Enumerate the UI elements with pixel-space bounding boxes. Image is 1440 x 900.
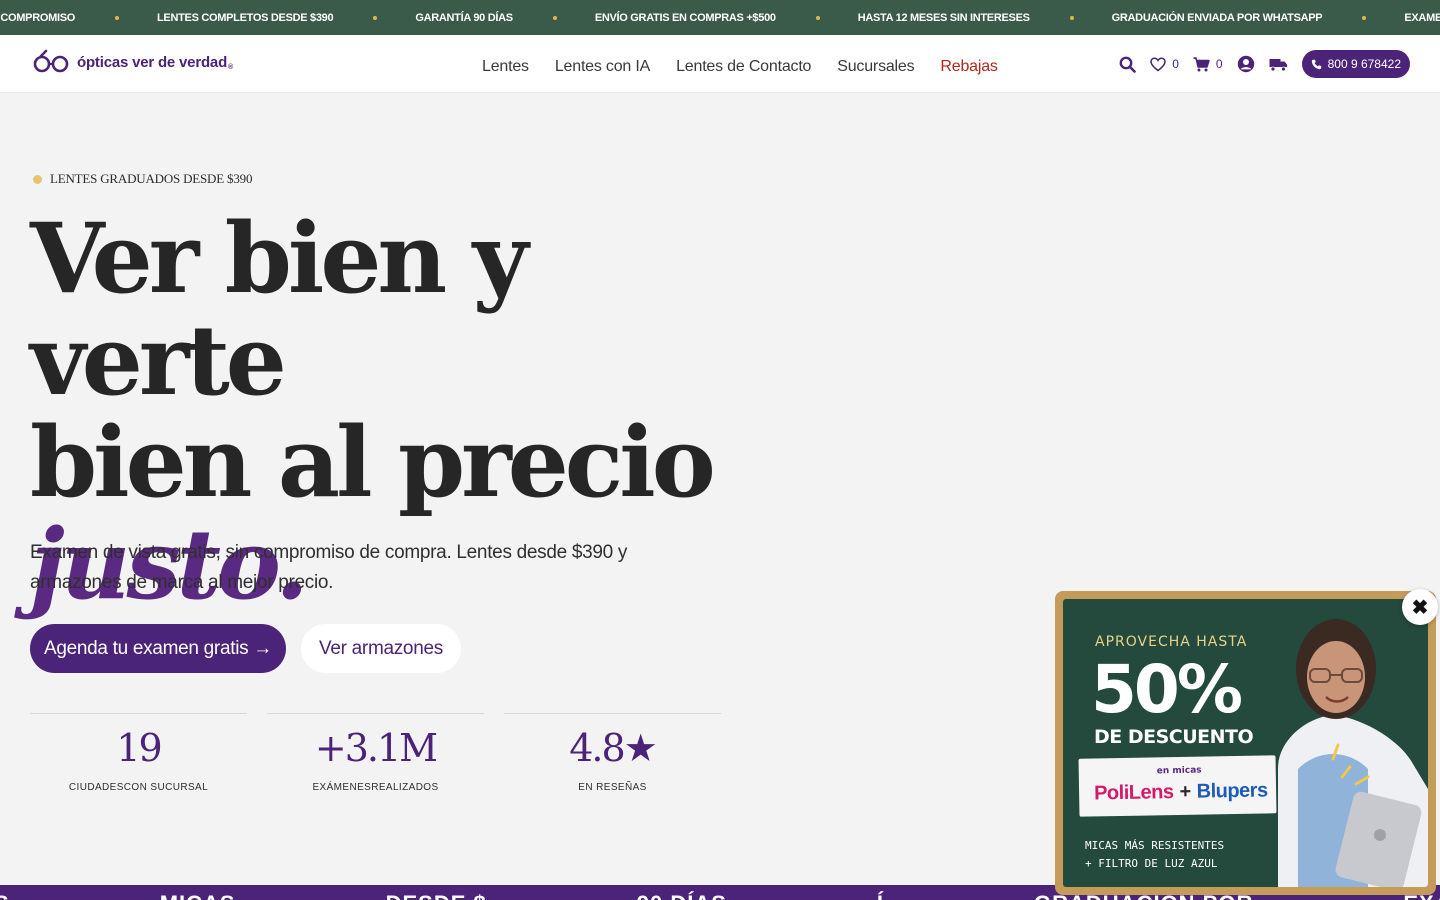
ticker-separator [1362,15,1367,20]
ticker-separator [552,15,557,20]
ticker-separator [1069,15,1074,20]
announcement-ticker: N COMPROMISO LENTES COMPLETOS DESDE $390… [0,0,1440,35]
stat-exams: +3.1M EXÁMENESREALIZADOS [267,713,484,793]
ticker-separator [815,15,820,20]
cart-icon [1193,56,1210,71]
ticker-separator [373,15,378,20]
wishlist-button[interactable]: 0 [1150,56,1179,72]
stat-label: CIUDADESCON SUCURSAL [68,782,209,793]
ticker-item-text: EXAMEN DE VISTA GRATIS, SIN CO [1404,11,1440,24]
promo-discount: 50% [1091,651,1243,728]
cart-count: 0 [1215,57,1223,71]
bottom-marquee-item: DESDE $ [386,891,487,900]
ticker-item-text: LENTES COMPLETOS DESDE $390 [157,11,334,24]
nav-lentes[interactable]: Lentes [482,58,529,76]
logo-registered-mark: ® [228,63,234,71]
brand-logo[interactable]: ópticas ver de verdad® [33,49,233,75]
ticker-item: EXAMEN DE VISTA GRATIS, SIN CO [1404,12,1440,24]
heart-icon [1150,56,1166,71]
price-badge: LENTES GRADUADOS DESDE $390 [33,171,252,187]
promo-discount-label: DE DESCUENTO [1094,726,1254,748]
search-button[interactable] [1119,56,1137,73]
promo-features: MICAS MÁS RESISTENTES + FILTRO DE LUZ AZ… [1085,837,1224,873]
promo-feature: + FILTRO DE LUZ AZUL [1085,857,1218,870]
ticker-item: LENTES COMPLETOS DESDE $390 [157,11,334,24]
ticker-item: HASTA 12 MESES SIN INTERESES [858,12,1030,24]
ticker-item-text: HASTA 12 MESES SIN INTERESES [857,11,1030,24]
ticker-item-text: GARANTÍA 90 DÍAS [415,11,513,24]
logo-wordmark: ópticas ver de verdad [77,53,228,71]
phone-button[interactable]: 800 9 678422 [1301,50,1410,78]
nav-sucursales[interactable]: Sucursales [837,58,914,76]
bottom-marquee-item: S [0,891,10,900]
ticker-item: ENVÍO GRATIS EN COMPRAS +$500 [595,12,776,24]
nav-rebajas[interactable]: Rebajas [940,58,998,76]
ticker-separator [115,15,120,20]
account-button[interactable] [1237,55,1255,73]
bottom-marquee-item: Í [877,891,884,900]
search-icon [1119,56,1137,73]
brand-polilens: PoliLens [1093,781,1174,805]
wishlist-count: 0 [1172,57,1179,71]
hero-title-line-1: Ver bien y verte [30,202,528,417]
ticker-item: GARANTÍA 90 DÍAS [415,11,513,24]
main-nav: Lentes Lentes con IA Lentes de Contacto … [482,58,998,76]
stat-value: 4.8★ [569,726,658,770]
view-frames-button[interactable]: Ver armazones [301,624,461,673]
phone-number: 800 9 678422 [1327,57,1401,71]
ticker-item-text: GRADUACIÓN ENVIADA POR WHATSAPP [1111,11,1323,24]
stats-row: 19 CIUDADESCON SUCURSAL +3.1M EXÁMENESRE… [30,713,721,793]
stat-rating: 4.8★ EN RESEÑAS [504,713,721,793]
ticker-item-text: N COMPROMISO [0,11,76,24]
header-tools: 0 0 800 9 678422 [1119,50,1410,78]
promo-card-caption: en micas [1156,765,1202,777]
ticker-item: GRADUACIÓN ENVIADA POR WHATSAPP [1112,12,1323,24]
truck-icon [1269,58,1287,71]
ticker-item: N COMPROMISO [0,12,75,24]
stat-value: 19 [116,726,162,770]
user-circle-icon [1237,55,1254,73]
brand-plus: + [1179,780,1191,803]
site-header: ópticas ver de verdad® Lentes Lentes con… [0,35,1440,93]
hero-title-line-2: bien al precio [30,406,716,519]
badge-text: LENTES GRADUADOS DESDE $390 [50,171,253,186]
badge-dot [33,174,42,184]
logo-text: ópticas ver de verdad® [77,54,233,71]
stat-cities: 19 CIUDADESCON SUCURSAL [30,713,247,793]
shipping-button[interactable] [1269,57,1288,72]
promo-chalkboard: APROVECHA HASTA 50% DE DESCUENTO en mica… [1063,599,1428,887]
nav-lentes-de-contacto[interactable]: Lentes de Contacto [676,58,811,76]
promo-model-illustration [1278,619,1428,887]
ticker-item-text: ENVÍO GRATIS EN COMPRAS +$500 [594,11,776,24]
glasses-logo-icon [33,49,69,73]
hero-subtitle: Examen de vista gratis, sin compromiso d… [30,542,628,593]
stat-value: +3.1M [314,726,438,770]
promo-popup[interactable]: APROVECHA HASTA 50% DE DESCUENTO en mica… [1055,591,1436,895]
phone-icon [1311,59,1321,69]
bottom-marquee-item: 90 DÍAS [637,891,727,900]
book-exam-button[interactable]: Agenda tu examen gratis → [30,624,286,673]
ticker-track: N COMPROMISO LENTES COMPLETOS DESDE $390… [0,0,1440,35]
stat-label: EN RESEÑAS [578,782,647,793]
nav-lentes-con-ia[interactable]: Lentes con IA [555,58,650,76]
promo-kicker: APROVECHA HASTA [1095,634,1248,650]
promo-feature: MICAS MÁS RESISTENTES [1085,839,1225,852]
stat-label: EXÁMENESREALIZADOS [312,782,439,793]
bottom-marquee-item: MICAS [160,891,236,900]
cart-button[interactable]: 0 [1193,56,1223,72]
close-popup-button[interactable]: ✖ [1402,589,1438,625]
